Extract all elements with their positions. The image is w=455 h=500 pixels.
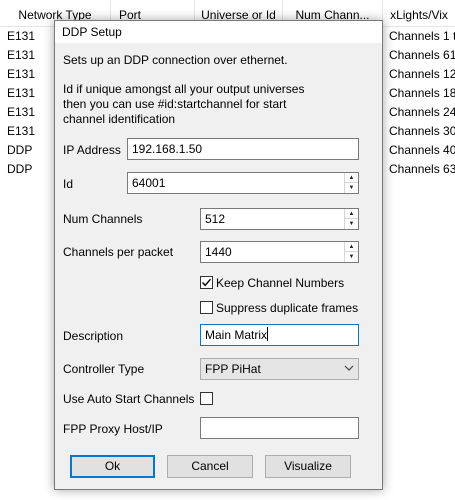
row-network-type: DDP [7, 162, 33, 176]
ip-address-label: IP Address [63, 143, 121, 157]
row-network-type: E131 [7, 67, 36, 81]
keep-channel-numbers-checkbox[interactable] [200, 276, 213, 289]
ddp-setup-dialog: DDP Setup Sets up an DDP connection over… [54, 20, 383, 490]
channels-per-packet-spin-buttons: ▲ ▼ [344, 242, 358, 262]
intro-text: Sets up an DDP connection over ethernet. [63, 53, 288, 67]
controller-type-label: Controller Type [63, 362, 145, 376]
suppress-duplicate-frames-checkbox[interactable] [200, 301, 213, 314]
row-network-type: E131 [7, 105, 36, 119]
description-label: Description [63, 329, 124, 343]
note-line: Id if unique amongst all your output uni… [63, 82, 305, 96]
fpp-proxy-label: FPP Proxy Host/IP [63, 422, 163, 436]
controller-type-select[interactable]: FPP PiHat [200, 358, 359, 380]
fpp-proxy-input[interactable] [200, 417, 359, 439]
column-header-xlights[interactable]: xLights/Vix [383, 0, 455, 27]
row-channels: Channels 638 [389, 162, 455, 176]
row-network-type: E131 [7, 48, 36, 62]
row-channels: Channels 122 [389, 67, 455, 81]
description-value: Main Matrix [205, 328, 268, 342]
row-channels: Channels 408 [389, 143, 455, 157]
row-network-type: E131 [7, 124, 36, 138]
checkmark-icon [201, 278, 212, 287]
channels-per-packet-label: Channels per packet [63, 245, 174, 259]
ip-address-value: 192.168.1.50 [132, 142, 203, 156]
row-network-type: DDP [7, 143, 33, 157]
channels-per-packet-spin-input[interactable]: 1440 ▲ ▼ [200, 241, 359, 263]
row-channels: Channels 1 t [389, 29, 455, 43]
note-line: then you can use #id:startchannel for st… [63, 97, 287, 111]
ip-address-input[interactable]: 192.168.1.50 [127, 138, 359, 160]
spin-down-icon[interactable]: ▼ [345, 219, 358, 229]
auto-start-channels-label: Use Auto Start Channels [63, 392, 195, 406]
row-channels: Channels 244 [389, 105, 455, 119]
chevron-down-icon [344, 365, 354, 371]
row-channels: Channels 612 [389, 48, 455, 62]
dialog-titlebar[interactable]: DDP Setup [55, 21, 382, 43]
visualize-button[interactable]: Visualize [265, 455, 351, 478]
auto-start-channels-checkbox[interactable] [200, 392, 213, 405]
num-channels-spin-input[interactable]: 512 ▲ ▼ [200, 208, 359, 230]
num-channels-spin-buttons: ▲ ▼ [344, 209, 358, 229]
num-channels-value: 512 [205, 212, 226, 226]
channels-per-packet-value: 1440 [205, 245, 232, 259]
num-channels-label: Num Channels [63, 212, 143, 226]
suppress-duplicate-frames-label[interactable]: Suppress duplicate frames [216, 300, 358, 316]
keep-channel-numbers-label[interactable]: Keep Channel Numbers [216, 275, 344, 291]
id-value: 64001 [132, 176, 166, 190]
spin-down-icon[interactable]: ▼ [345, 252, 358, 262]
spin-down-icon[interactable]: ▼ [345, 183, 358, 193]
id-spin-input[interactable]: 64001 ▲ ▼ [127, 172, 359, 194]
id-label: Id [63, 177, 74, 191]
ok-button[interactable]: Ok [70, 455, 155, 478]
controller-type-value: FPP PiHat [205, 362, 261, 376]
dialog-title: DDP Setup [62, 25, 122, 39]
row-channels: Channels 306 [389, 124, 455, 138]
row-network-type: E131 [7, 29, 36, 43]
note-line: channel identification [63, 112, 176, 126]
id-spin-buttons: ▲ ▼ [344, 173, 358, 193]
row-channels: Channels 183 [389, 86, 455, 100]
row-network-type: E131 [7, 86, 36, 100]
description-input[interactable]: Main Matrix [200, 324, 359, 346]
text-caret [267, 327, 269, 341]
cancel-button[interactable]: Cancel [167, 455, 253, 478]
